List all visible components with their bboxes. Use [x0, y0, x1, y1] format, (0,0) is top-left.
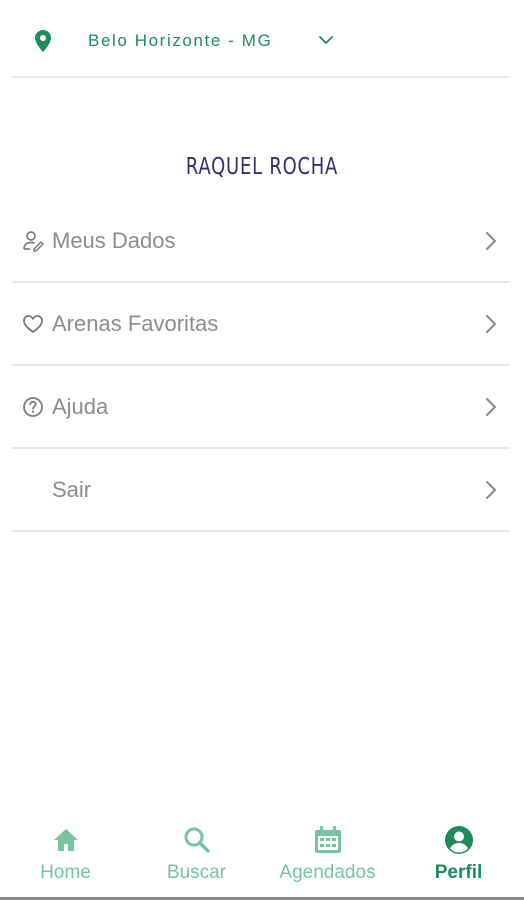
- nav-item-agendados[interactable]: Agendados: [262, 814, 393, 897]
- nav-item-perfil[interactable]: Perfil: [393, 814, 524, 897]
- nav-item-buscar[interactable]: Buscar: [131, 814, 262, 897]
- menu-item-ajuda[interactable]: Ajuda: [12, 366, 510, 449]
- chevron-right-icon: [486, 232, 496, 250]
- chevron-right-icon: [486, 398, 496, 416]
- chevron-right-icon: [486, 315, 496, 333]
- nav-item-home[interactable]: Home: [0, 814, 131, 897]
- map-pin-icon: [35, 30, 51, 52]
- nav-label: Buscar: [166, 862, 227, 883]
- user-edit-icon: [23, 231, 44, 252]
- help-circle-icon: [23, 397, 43, 417]
- menu-item-sair[interactable]: Sair: [12, 449, 510, 532]
- menu-item-label: Ajuda: [52, 394, 109, 419]
- chevron-right-icon: [486, 481, 496, 499]
- menu-item-label: Sair: [52, 477, 92, 502]
- nav-label: Agendados: [279, 862, 376, 883]
- heart-icon: [23, 315, 43, 333]
- menu-item-label: Meus Dados: [52, 228, 176, 253]
- user-name: RAQUEL ROCHA: [185, 154, 339, 180]
- profile-screen: Belo Horizonte - MG RAQUEL ROCHA Meus Da…: [0, 0, 524, 900]
- menu-item-arenas-favoritas[interactable]: Arenas Favoritas: [12, 283, 510, 366]
- menu-item-meus-dados[interactable]: Meus Dados: [12, 200, 510, 283]
- chevron-down-icon[interactable]: [318, 32, 334, 48]
- bottom-navigation: Home Buscar Agendados Perfil: [0, 814, 524, 900]
- nav-label: Perfil: [434, 862, 483, 883]
- calendar-icon: [314, 826, 341, 853]
- profile-menu: Meus Dados Arenas Favoritas Ajuda Sair: [12, 200, 510, 532]
- menu-item-label: Arenas Favoritas: [52, 311, 219, 336]
- nav-label: Home: [40, 862, 91, 883]
- location-bar[interactable]: Belo Horizonte - MG: [12, 0, 510, 78]
- profile-icon: [444, 826, 473, 854]
- search-icon: [184, 827, 210, 853]
- home-icon: [53, 829, 78, 851]
- location-label[interactable]: Belo Horizonte - MG: [88, 31, 272, 51]
